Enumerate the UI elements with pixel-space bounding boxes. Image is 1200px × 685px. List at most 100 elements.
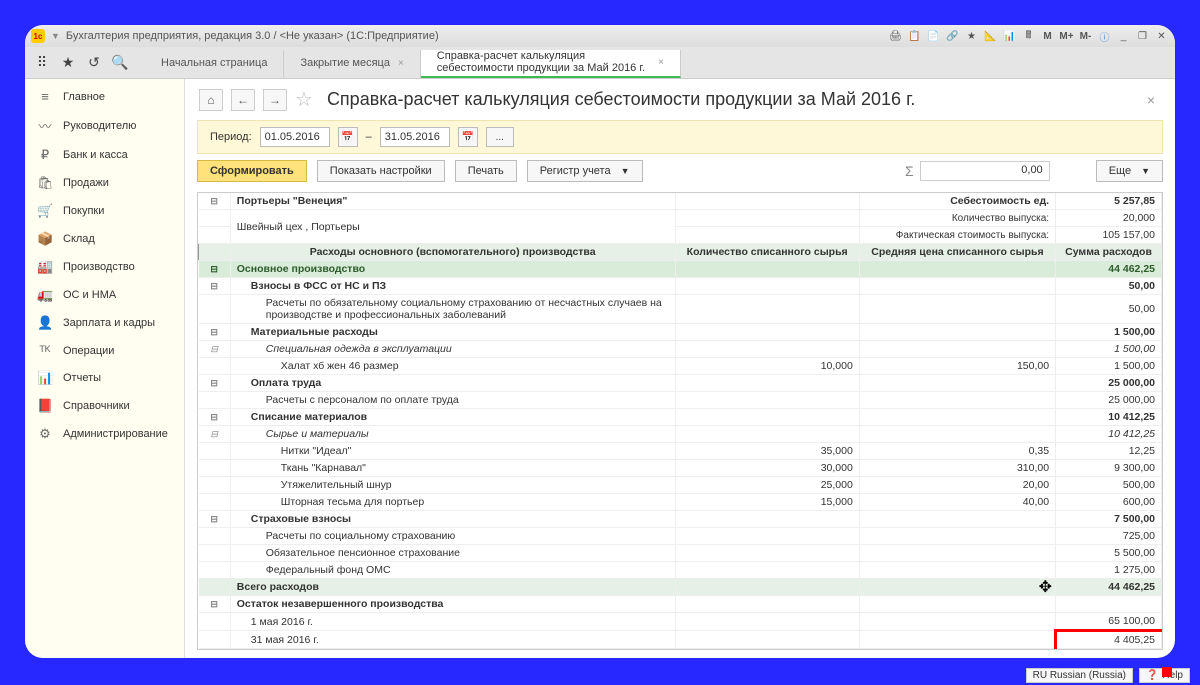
titlebar-tool-icon[interactable]: 🔗 [945, 29, 960, 43]
report-row[interactable]: 31 мая 2016 г.4 405,25 [199, 631, 1162, 649]
sidebar-icon: 🚛 [37, 287, 53, 303]
report-row[interactable]: Федеральный фонд ОМС1 275,00 [199, 562, 1162, 579]
sidebar-item[interactable]: 📕Справочники [25, 392, 184, 420]
report-row[interactable]: Обязательное пенсионное страхование5 500… [199, 545, 1162, 562]
calendar-icon[interactable]: 📅 [338, 127, 358, 147]
report-row[interactable]: 1 мая 2016 г.65 100,00 [199, 613, 1162, 631]
titlebar-tool-icon[interactable]: 📄 [926, 29, 941, 43]
sidebar-item[interactable]: 🏭 Производство [25, 253, 184, 281]
report-row[interactable]: ⊟Взносы в ФСС от НС и ПЗ50,00 [199, 278, 1162, 295]
logo-1c-icon: 1c [31, 29, 45, 43]
report-row[interactable]: ⊟Страховые взносы7 500,00 [199, 511, 1162, 528]
titlebar-tool-icon[interactable]: 📊 [1002, 29, 1017, 43]
titlebar-tool-icon[interactable]: ★ [964, 29, 979, 43]
report-row[interactable]: Утяжелительный шнур25,00020,00500,00 [199, 477, 1162, 494]
memory-m-button[interactable]: М [1040, 29, 1055, 43]
sidebar-item[interactable]: 🚛 ОС и НМА [25, 281, 184, 309]
sidebar-item[interactable]: 🛍Продажи [25, 169, 184, 197]
sidebar-label: Банк и касса [63, 149, 128, 161]
sidebar-icon: ₽ [37, 147, 53, 163]
sidebar-label: Главное [63, 91, 105, 103]
tab-close-icon[interactable]: × [658, 57, 664, 68]
sidebar-label: Производство [63, 261, 135, 273]
sidebar-label: Покупки [63, 205, 104, 217]
apps-icon[interactable]: ⠿ [31, 52, 53, 74]
show-settings-button[interactable]: Показать настройки [317, 160, 445, 182]
dropdown-icon[interactable]: ▼ [51, 31, 60, 41]
sidebar-icon: 🏭 [37, 259, 53, 275]
titlebar-tool-icon[interactable]: 📐 [983, 29, 998, 43]
star-icon[interactable]: ☆ [295, 87, 313, 112]
memory-mplus-button[interactable]: М+ [1059, 29, 1074, 43]
top-nav: ⠿ ★ ↺ 🔍 Начальная страница Закрытие меся… [25, 47, 1175, 79]
favorite-icon[interactable]: ★ [57, 52, 79, 74]
tab-report[interactable]: Справка-расчет калькуляция себестоимости… [421, 50, 681, 78]
more-button[interactable]: Еще▼ [1096, 160, 1163, 182]
page-title: Справка-расчет калькуляция себестоимости… [327, 89, 916, 110]
close-icon[interactable]: ✕ [1154, 29, 1169, 43]
tab-closing[interactable]: Закрытие месяца× [284, 50, 420, 78]
report-row[interactable]: ⊟Основное производство44 462,25 [199, 261, 1162, 278]
tab-close-icon[interactable]: × [398, 58, 404, 69]
register-button[interactable]: Регистр учета▼ [527, 160, 643, 182]
report-row[interactable]: Расчеты с персоналом по оплате труда25 0… [199, 392, 1162, 409]
sidebar-item[interactable]: ᵀᴷОперации [25, 337, 184, 364]
recording-indicator [1162, 667, 1172, 677]
sum-input[interactable]: 0,00 [920, 161, 1050, 181]
report-row[interactable]: Всего расходов44 462,25 [199, 579, 1162, 596]
report-row[interactable]: Нитки "Идеал"35,0000,3512,25 [199, 443, 1162, 460]
print-button[interactable]: Печать [455, 160, 517, 182]
report-row[interactable]: ⊟Специальная одежда в эксплуатации1 500,… [199, 341, 1162, 358]
restore-icon[interactable]: ❐ [1135, 29, 1150, 43]
home-button[interactable]: ⌂ [199, 89, 223, 111]
report-row[interactable]: ⊟Остаток незавершенного производства [199, 596, 1162, 613]
period-picker-button[interactable]: ... [486, 127, 514, 147]
sidebar-item[interactable]: ⚙Администрирование [25, 420, 184, 448]
titlebar-tool-icon[interactable]: 📋 [907, 29, 922, 43]
sidebar-icon: 📕 [37, 398, 53, 414]
close-page-button[interactable]: × [1141, 92, 1161, 108]
sidebar-label: ОС и НМА [63, 289, 116, 301]
sidebar-item[interactable]: 🛒 Покупки [25, 197, 184, 225]
minimize-icon[interactable]: _ [1116, 29, 1131, 43]
history-icon[interactable]: ↺ [83, 52, 105, 74]
sidebar-label: Отчеты [63, 372, 101, 384]
sidebar-icon: ≡ [37, 89, 53, 104]
sidebar-item[interactable]: ₽ Банк и касса [25, 141, 184, 169]
sidebar-item[interactable]: 📦Склад [25, 225, 184, 253]
date-from-input[interactable]: 01.05.2016 [260, 127, 330, 147]
sidebar-item[interactable]: 📊Отчеты [25, 364, 184, 392]
report-row[interactable]: ⊟Оплата труда25 000,00 [199, 375, 1162, 392]
generate-button[interactable]: Сформировать [197, 160, 307, 182]
report-row[interactable]: ⊟Списание материалов10 412,25 [199, 409, 1162, 426]
info-icon[interactable]: ⓘ [1097, 29, 1112, 43]
tab-home[interactable]: Начальная страница [145, 50, 284, 78]
report-area[interactable]: ⊟Портьеры "Венеция"Себестоимость ед.5 25… [197, 192, 1163, 650]
sidebar-item[interactable]: 👤Зарплата и кадры [25, 309, 184, 337]
report-row[interactable]: ⊟Материальные расходы1 500,00 [199, 324, 1162, 341]
chevron-down-icon: ▼ [1141, 166, 1150, 176]
calendar-icon[interactable]: 📅 [458, 127, 478, 147]
sidebar-label: Зарплата и кадры [63, 317, 155, 329]
memory-mminus-button[interactable]: М- [1078, 29, 1093, 43]
report-row[interactable]: Расчеты по социальному страхованию725,00 [199, 528, 1162, 545]
report-row[interactable]: ⊟Сырье и материалы10 412,25 [199, 426, 1162, 443]
sidebar-icon: ⚙ [37, 426, 53, 442]
sidebar-icon: 🛒 [37, 203, 53, 219]
titlebar-tool-icon[interactable]: 🖩 [1021, 29, 1036, 43]
sidebar-item[interactable]: 〰Руководителю [25, 110, 184, 141]
report-row[interactable]: Халат хб жен 46 размер10,000150,001 500,… [199, 358, 1162, 375]
sidebar-icon: ᵀᴷ [37, 343, 53, 358]
page-header: ⌂ ← → ☆ Справка-расчет калькуляция себес… [185, 79, 1175, 120]
date-to-input[interactable]: 31.05.2016 [380, 127, 450, 147]
report-row[interactable]: Шторная тесьма для портьер15,00040,00600… [199, 494, 1162, 511]
forward-button[interactable]: → [263, 89, 287, 111]
report-row[interactable]: Расчеты по обязательному социальному стр… [199, 295, 1162, 324]
sidebar: ≡ Главное 〰Руководителю ₽ Банк и касса 🛍Прода… [25, 79, 185, 658]
titlebar-tool-icon[interactable]: 🖨 [888, 29, 903, 43]
back-button[interactable]: ← [231, 89, 255, 111]
toolbar: Сформировать Показать настройки Печать Р… [185, 154, 1175, 188]
search-icon[interactable]: 🔍 [109, 52, 131, 74]
sidebar-item[interactable]: ≡ Главное [25, 83, 184, 110]
report-row[interactable]: Ткань "Карнавал"30,000310,009 300,00 [199, 460, 1162, 477]
